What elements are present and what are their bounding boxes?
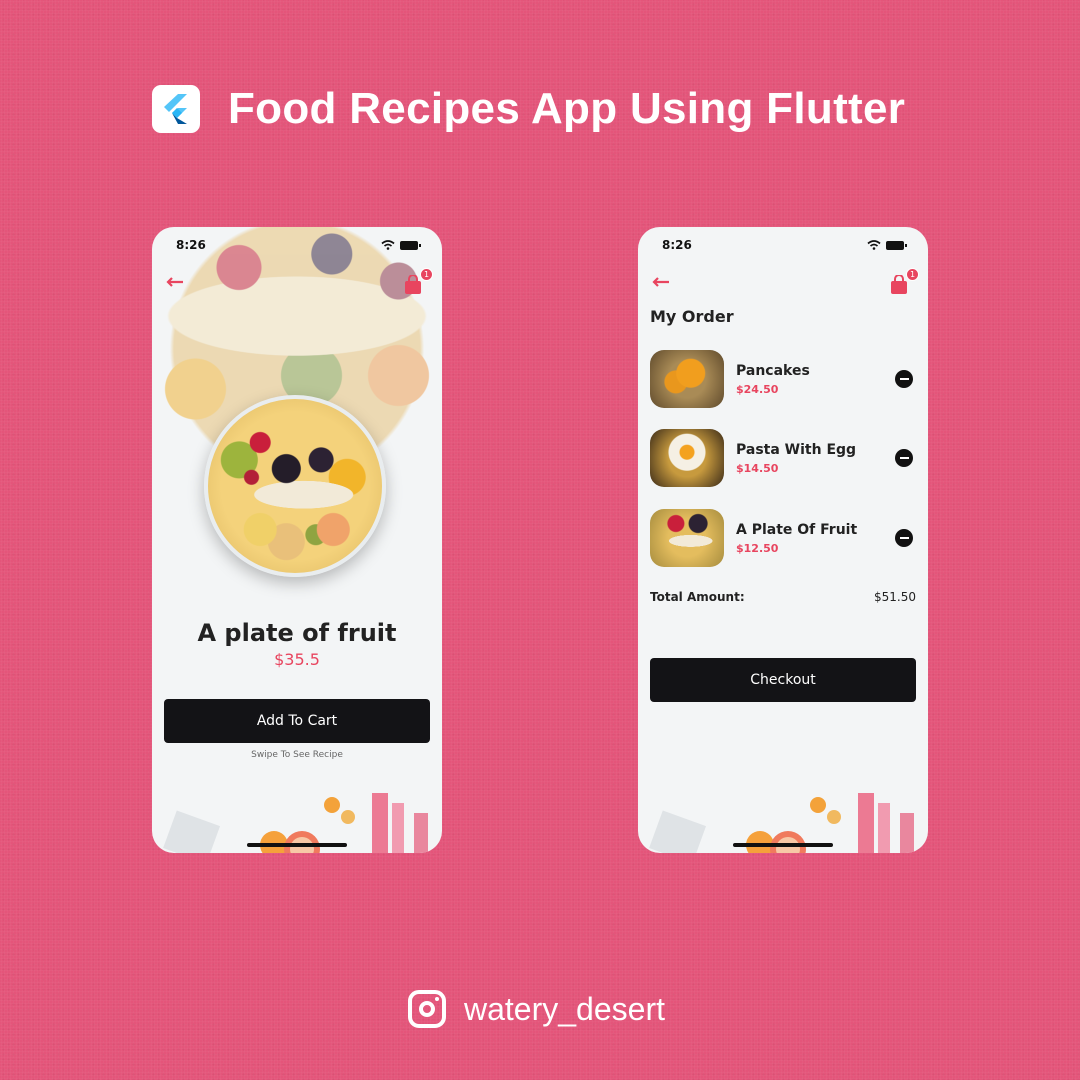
item-name: A Plate Of Fruit — [736, 521, 858, 538]
wifi-icon — [381, 240, 395, 250]
product-name: A plate of fruit — [197, 619, 397, 647]
pasta-thumbnail — [650, 429, 724, 487]
order-item[interactable]: Pancakes $24.50 — [650, 350, 916, 408]
instagram-icon — [408, 990, 446, 1028]
cart-button[interactable]: 1 — [404, 268, 433, 295]
shopping-bag-icon — [405, 274, 421, 294]
home-indicator — [247, 843, 347, 847]
checkout-button[interactable]: Checkout — [650, 658, 916, 702]
flutter-logo-icon — [152, 85, 200, 133]
remove-item-button[interactable] — [895, 529, 913, 547]
minus-icon — [899, 536, 909, 540]
food-decoration-image — [163, 793, 428, 853]
minus-icon — [899, 456, 909, 460]
remove-item-button[interactable] — [895, 370, 913, 388]
cart-button[interactable]: 1 — [890, 268, 919, 295]
total-value: $51.50 — [874, 590, 916, 604]
item-price: $12.50 — [736, 541, 779, 555]
item-name: Pancakes — [736, 362, 810, 379]
shopping-bag-icon — [891, 274, 907, 294]
product-price: $35.5 — [274, 650, 320, 669]
status-time: 8:26 — [662, 238, 692, 252]
my-order-title: My Order — [650, 307, 734, 326]
total-label: Total Amount: — [650, 590, 745, 604]
page-header: Food Recipes App Using Flutter — [152, 84, 905, 134]
cart-badge: 1 — [420, 268, 433, 281]
add-to-cart-button[interactable]: Add To Cart — [164, 699, 430, 743]
fruit-plate-image — [204, 395, 386, 577]
status-bar: 8:26 — [638, 237, 928, 253]
order-item[interactable]: Pasta With Egg $14.50 — [650, 429, 916, 487]
remove-item-button[interactable] — [895, 449, 913, 467]
item-price: $14.50 — [736, 461, 779, 475]
minus-icon — [899, 377, 909, 381]
home-indicator — [733, 843, 833, 847]
back-arrow-icon[interactable] — [652, 277, 670, 287]
phone-my-order: 8:26 1 My Order Pancakes $24.50 Pasta Wi… — [638, 227, 928, 853]
page-title: Food Recipes App Using Flutter — [228, 84, 906, 133]
item-price: $24.50 — [736, 382, 779, 396]
phone-product-detail: 8:26 1 A plate of fruit $35.5 Add To Car… — [152, 227, 442, 853]
swipe-hint: Swipe To See Recipe — [251, 750, 343, 760]
back-arrow-icon[interactable] — [166, 277, 184, 287]
battery-icon — [886, 240, 907, 250]
page-footer: watery_desert — [408, 990, 665, 1028]
battery-icon — [400, 240, 421, 250]
fruit-thumbnail — [650, 509, 724, 567]
pancakes-thumbnail — [650, 350, 724, 408]
status-bar: 8:26 — [152, 237, 442, 253]
food-decoration-image — [649, 793, 914, 853]
instagram-handle: watery_desert — [464, 990, 665, 1027]
status-time: 8:26 — [176, 238, 206, 252]
cart-badge: 1 — [906, 268, 919, 281]
total-amount-row: Total Amount: $51.50 — [650, 590, 916, 604]
item-name: Pasta With Egg — [736, 441, 857, 458]
order-item[interactable]: A Plate Of Fruit $12.50 — [650, 509, 916, 567]
wifi-icon — [867, 240, 881, 250]
